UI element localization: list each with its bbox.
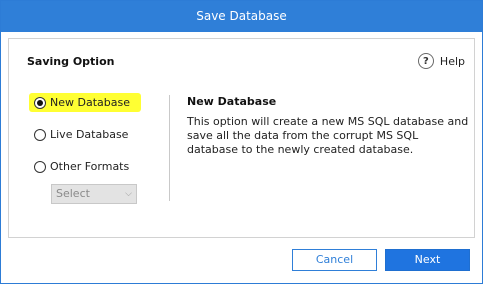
radio-other-formats[interactable]: [34, 160, 46, 173]
save-database-dialog: Save Database Saving Option ? Help New D…: [0, 0, 483, 284]
description-title: New Database: [187, 95, 277, 108]
next-button[interactable]: Next: [385, 249, 470, 271]
radio-live-database[interactable]: [34, 128, 46, 141]
saving-option-panel: Saving Option ? Help New Database Live D…: [8, 38, 475, 238]
vertical-divider: [169, 95, 170, 201]
help-label: Help: [439, 54, 465, 68]
option-new-database[interactable]: New Database: [34, 96, 130, 109]
option-live-database[interactable]: Live Database: [34, 128, 128, 141]
description-text: This option will create a new MS SQL dat…: [187, 115, 469, 156]
help-button[interactable]: ? Help: [417, 53, 465, 69]
dialog-title: Save Database: [1, 1, 482, 32]
help-icon: ?: [417, 53, 434, 69]
radio-new-database[interactable]: [34, 96, 46, 109]
option-label-new-database: New Database: [50, 96, 130, 109]
option-label-live-database: Live Database: [50, 128, 129, 141]
section-title: Saving Option: [27, 55, 115, 68]
format-select-value: Select: [56, 187, 90, 200]
cancel-button[interactable]: Cancel: [292, 249, 377, 271]
chevron-down-icon: ⌵: [125, 189, 132, 199]
format-select[interactable]: Select ⌵: [51, 184, 137, 204]
option-label-other-formats: Other Formats: [50, 160, 130, 173]
option-other-formats[interactable]: Other Formats: [34, 160, 129, 173]
